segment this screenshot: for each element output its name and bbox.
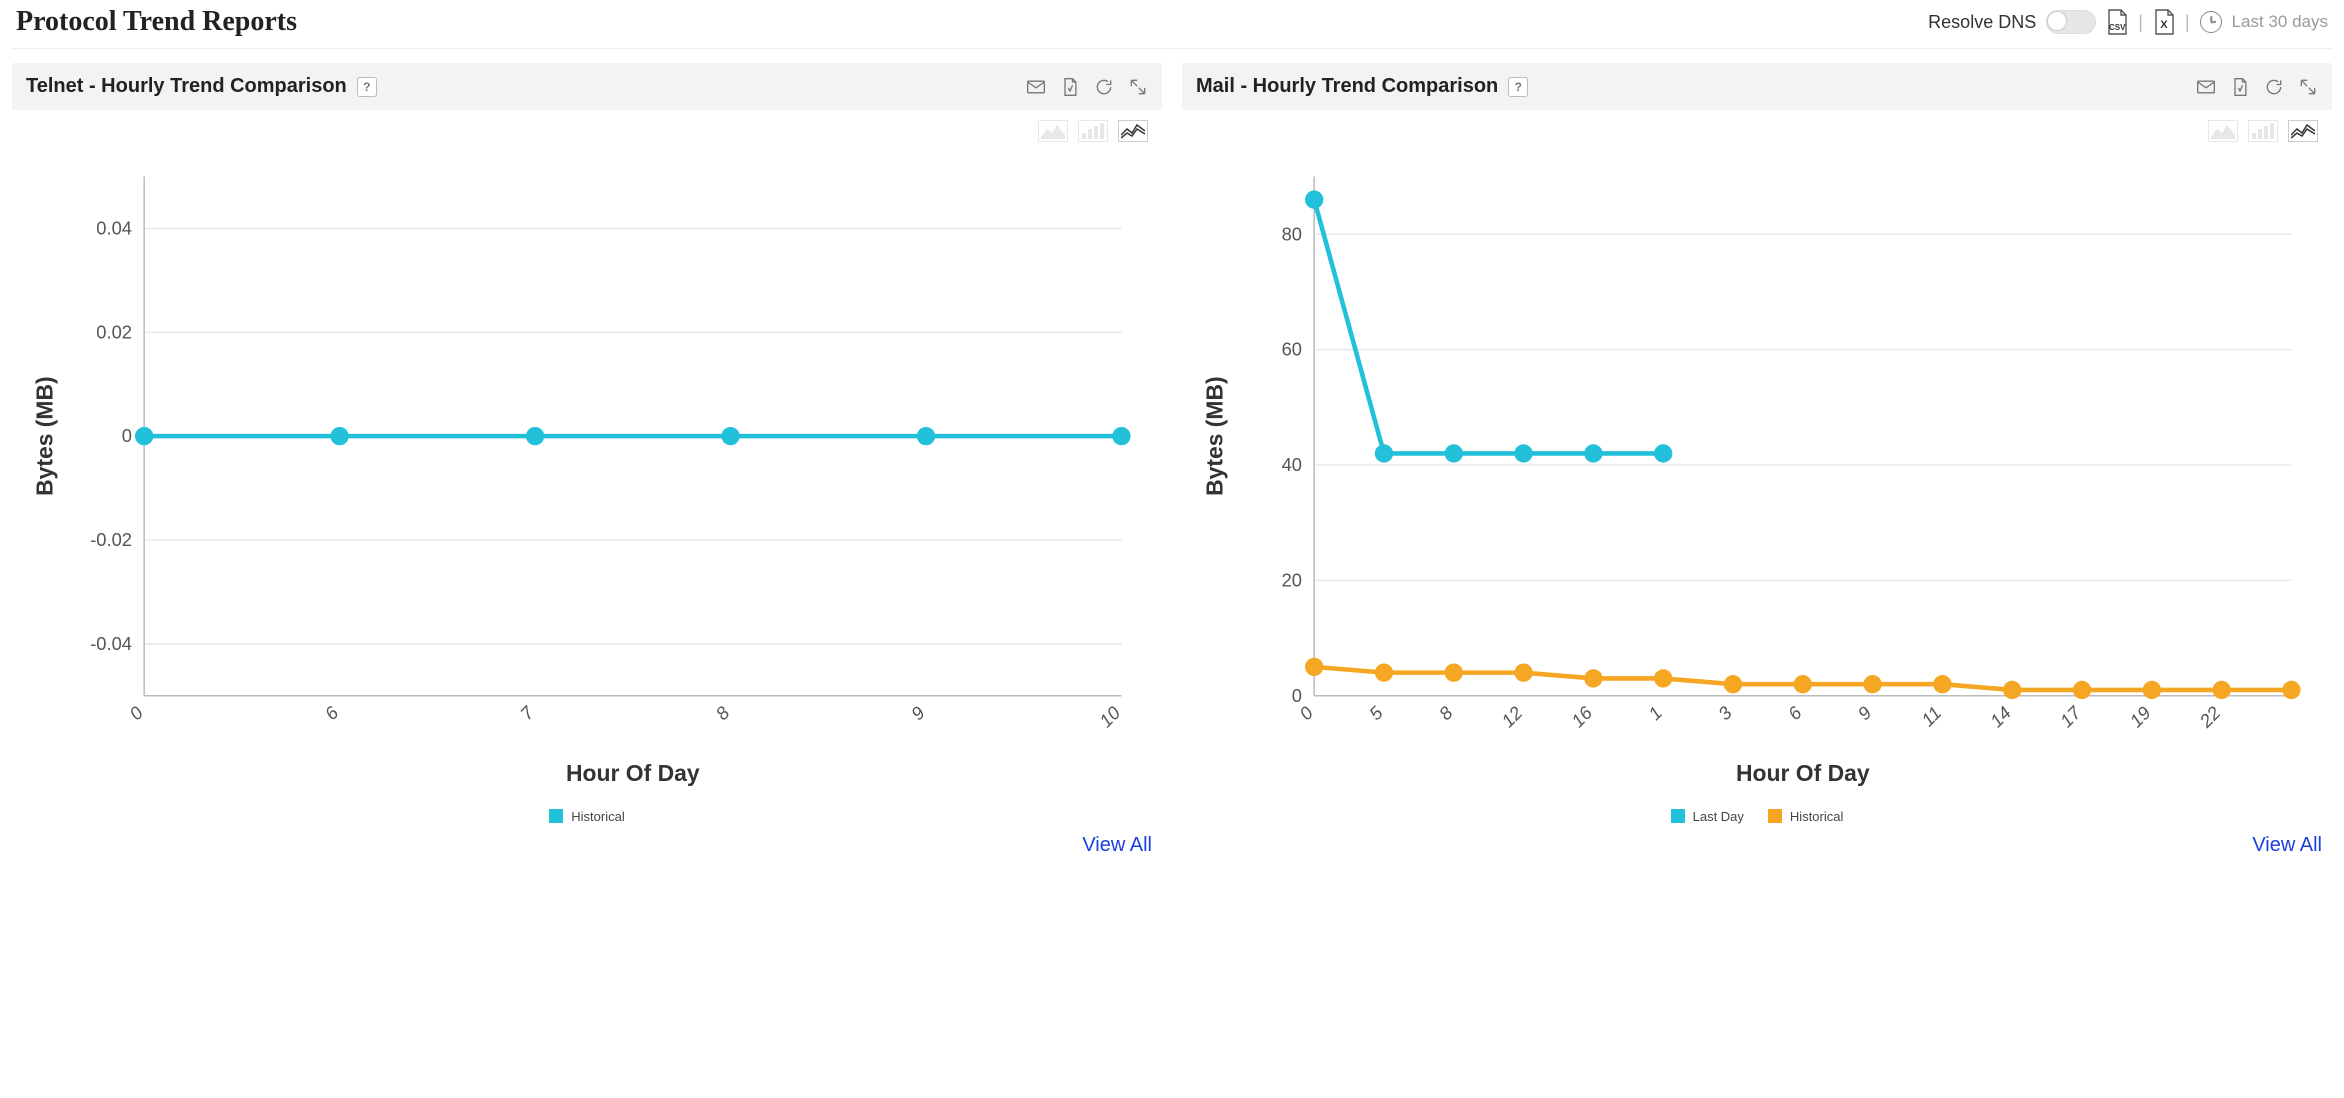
help-icon[interactable]: ?: [357, 77, 377, 97]
svg-text:80: 80: [1282, 223, 1302, 244]
svg-text:9: 9: [1853, 702, 1875, 724]
resolve-dns-label: Resolve DNS: [1928, 12, 2036, 33]
pdf-icon[interactable]: [2230, 77, 2250, 97]
svg-text:14: 14: [1986, 702, 2015, 731]
clock-icon[interactable]: [2200, 11, 2222, 33]
svg-text:0.04: 0.04: [96, 218, 132, 239]
mail-icon[interactable]: [2196, 77, 2216, 97]
svg-text:16: 16: [1567, 701, 1597, 731]
chart-type-row: [12, 110, 1162, 142]
legend: Historical: [12, 803, 1162, 828]
panel-actions: [2196, 77, 2318, 97]
chart-area: 020406080058121613691114171922Hour Of Da…: [1182, 142, 2332, 803]
svg-text:11: 11: [1917, 702, 1945, 730]
view-all-row: View All: [1182, 828, 2332, 857]
svg-text:-0.04: -0.04: [90, 633, 132, 654]
area-chart-button[interactable]: [1038, 120, 1068, 142]
svg-text:12: 12: [1497, 702, 1526, 731]
expand-icon[interactable]: [2298, 77, 2318, 97]
svg-text:20: 20: [1282, 569, 1302, 590]
panel-telnet: Telnet - Hourly Trend Comparison ? -0.04…: [12, 63, 1162, 857]
top-controls: Resolve DNS CSV | X | Last 30 days: [1928, 9, 2328, 35]
mail-chart: 020406080058121613691114171922Hour Of Da…: [1192, 146, 2322, 803]
svg-text:40: 40: [1282, 454, 1302, 475]
svg-text:19: 19: [2125, 702, 2154, 731]
panel-actions: [1026, 77, 1148, 97]
bar-chart-button[interactable]: [1078, 120, 1108, 142]
svg-text:1: 1: [1644, 702, 1666, 724]
export-xls-button[interactable]: X: [2153, 9, 2175, 35]
resolve-dns-toggle[interactable]: [2046, 10, 2096, 34]
chart-type-row: [1182, 110, 2332, 142]
svg-text:3: 3: [1714, 701, 1737, 724]
help-icon[interactable]: ?: [1508, 77, 1528, 97]
panel-title: Telnet - Hourly Trend Comparison ?: [26, 75, 377, 98]
svg-text:Bytes (MB): Bytes (MB): [1202, 376, 1228, 496]
svg-text:0: 0: [1295, 701, 1318, 724]
chart-area: -0.04 -0.02 0 0.02 0.04 0 6 7 8 9 10 Hour Of Day Byt…: [12, 142, 1162, 803]
panel-title-text: Telnet - Hourly Trend Comparison: [26, 75, 347, 98]
area-chart-button[interactable]: [2208, 120, 2238, 142]
xls-icon-label: X: [2153, 19, 2175, 31]
line-chart-button[interactable]: [1118, 120, 1148, 142]
pdf-icon[interactable]: [1060, 77, 1080, 97]
line-chart-button[interactable]: [2288, 120, 2318, 142]
separator: |: [2138, 12, 2143, 33]
view-all-row: View All: [12, 828, 1162, 857]
top-bar: Protocol Trend Reports Resolve DNS CSV |…: [12, 4, 2332, 49]
mail-icon[interactable]: [1026, 77, 1046, 97]
svg-text:6: 6: [1784, 701, 1807, 724]
expand-icon[interactable]: [1128, 77, 1148, 97]
refresh-icon[interactable]: [2264, 77, 2284, 97]
view-all-link[interactable]: View All: [1082, 834, 1152, 856]
svg-text:0.02: 0.02: [96, 321, 132, 342]
svg-text:Hour Of Day: Hour Of Day: [1736, 760, 1870, 786]
svg-text:5: 5: [1365, 701, 1388, 724]
panel-mail: Mail - Hourly Trend Comparison ? 0 20 40 60…: [1182, 63, 2332, 857]
page-title: Protocol Trend Reports: [16, 6, 297, 38]
telnet-chart: -0.04 -0.02 0 0.02 0.04 0 6 7 8 9 10 Hour Of Day Byt…: [22, 146, 1152, 803]
csv-icon-label: CSV: [2106, 23, 2128, 32]
svg-text:10: 10: [1095, 701, 1125, 731]
panel-header: Mail - Hourly Trend Comparison ?: [1182, 63, 2332, 110]
panels-row: Telnet - Hourly Trend Comparison ? -0.04…: [12, 63, 2332, 857]
svg-text:Bytes (MB): Bytes (MB): [32, 376, 58, 496]
svg-text:-0.02: -0.02: [90, 529, 132, 550]
panel-header: Telnet - Hourly Trend Comparison ?: [12, 63, 1162, 110]
svg-text:60: 60: [1282, 339, 1302, 360]
separator: |: [2185, 12, 2190, 33]
panel-title-text: Mail - Hourly Trend Comparison: [1196, 75, 1498, 98]
export-csv-button[interactable]: CSV: [2106, 9, 2128, 35]
legend-item-historical[interactable]: Historical: [1768, 809, 1843, 824]
svg-text:8: 8: [1435, 701, 1458, 724]
svg-text:8: 8: [711, 701, 734, 724]
refresh-icon[interactable]: [1094, 77, 1114, 97]
legend: Last Day Historical: [1182, 803, 2332, 828]
panel-title: Mail - Hourly Trend Comparison ?: [1196, 75, 1528, 98]
legend-item-lastday[interactable]: Last Day: [1671, 809, 1744, 824]
time-period-label[interactable]: Last 30 days: [2232, 12, 2328, 32]
svg-text:22: 22: [2195, 702, 2225, 732]
legend-item-historical[interactable]: Historical: [549, 809, 624, 824]
svg-text:0: 0: [125, 701, 148, 724]
svg-text:0: 0: [122, 425, 132, 446]
svg-text:6: 6: [320, 701, 343, 724]
view-all-link[interactable]: View All: [2252, 834, 2322, 856]
svg-text:9: 9: [907, 702, 929, 724]
svg-text:7: 7: [516, 701, 539, 724]
svg-text:Hour Of Day: Hour Of Day: [566, 760, 700, 786]
svg-text:17: 17: [2056, 701, 2086, 731]
bar-chart-button[interactable]: [2248, 120, 2278, 142]
